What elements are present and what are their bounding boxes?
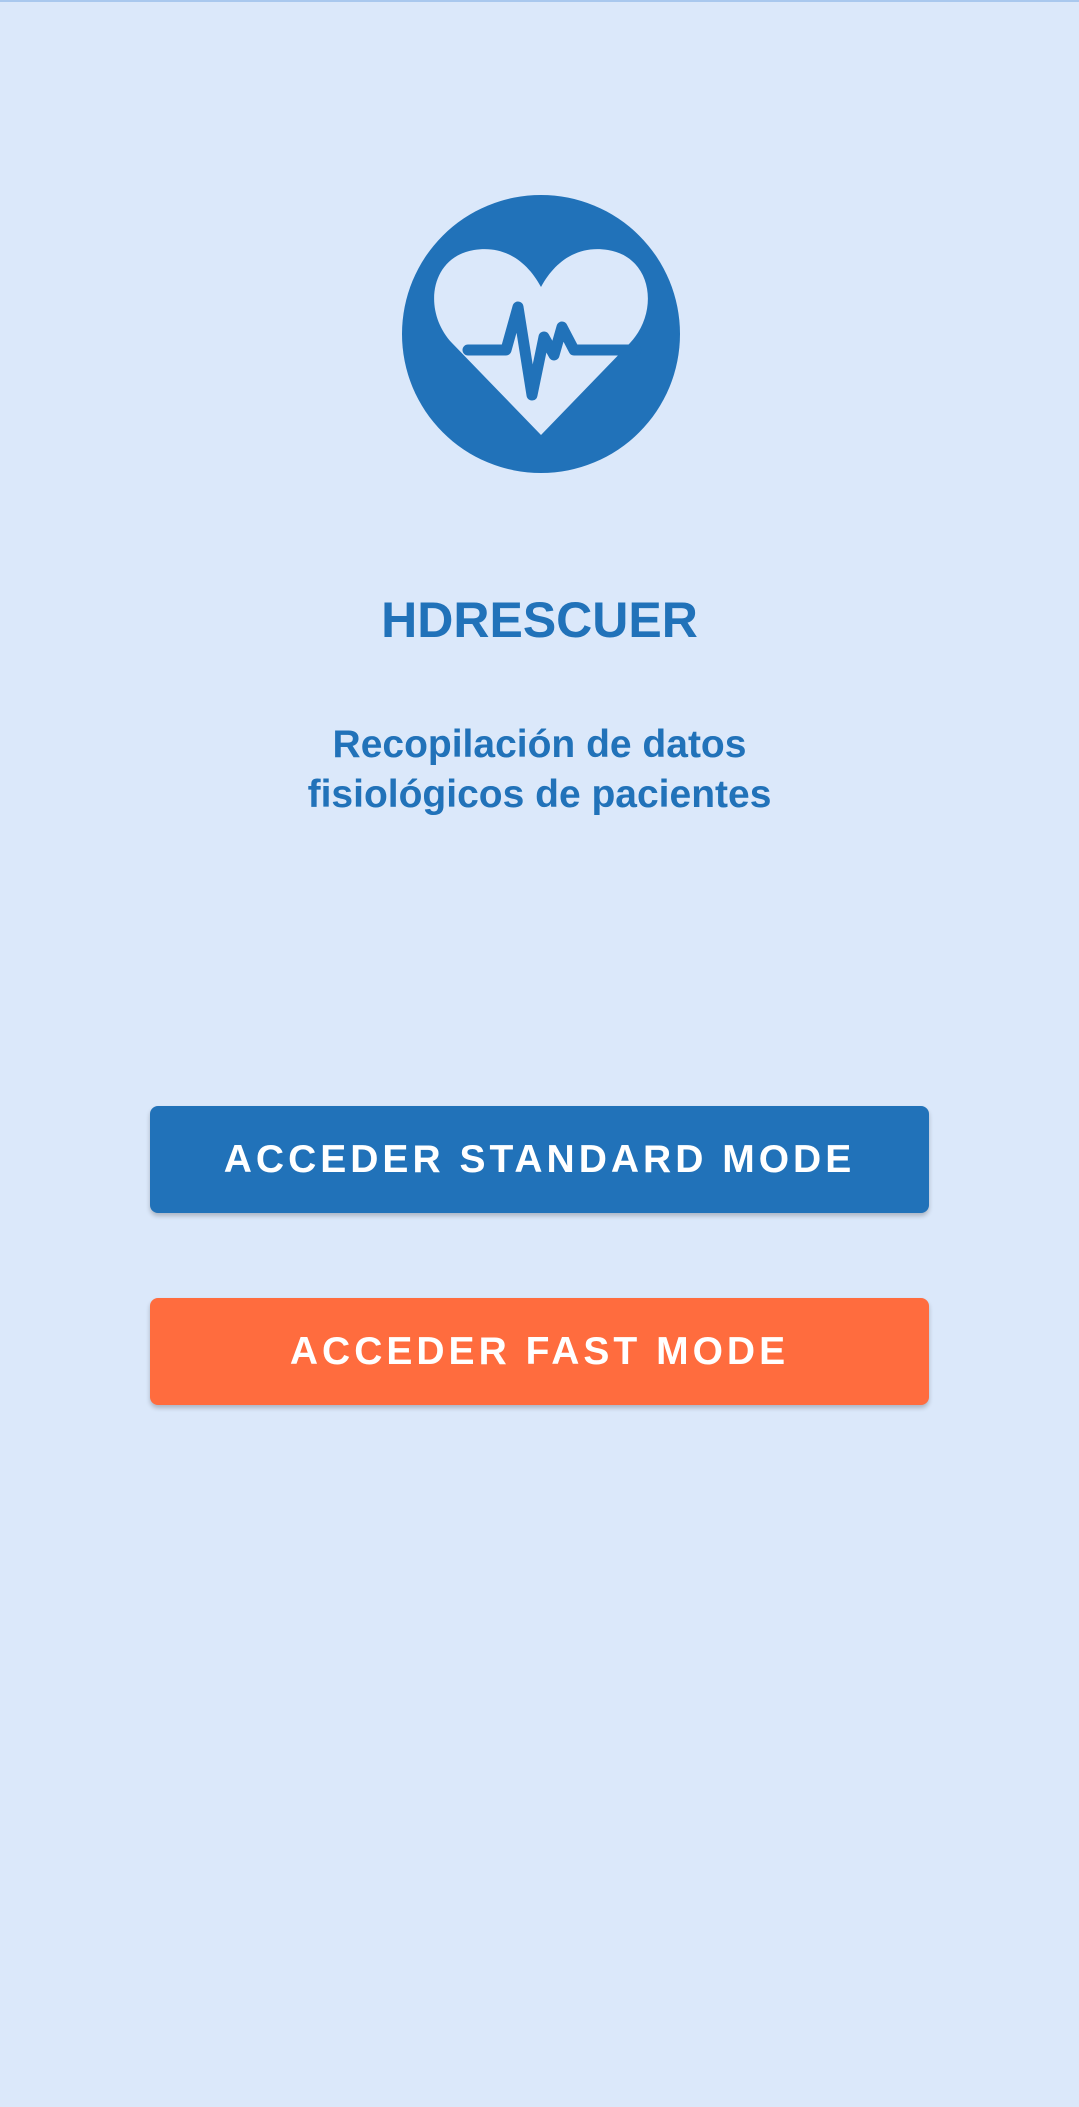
- heart-pulse-icon: [402, 195, 680, 473]
- status-bar-divider: [0, 0, 1079, 2]
- app-subtitle: Recopilación de datos fisiológicos de pa…: [0, 720, 1079, 820]
- subtitle-line-2: fisiológicos de pacientes: [307, 773, 772, 816]
- standard-mode-button[interactable]: ACCEDER STANDARD MODE: [150, 1106, 929, 1213]
- fast-mode-button[interactable]: ACCEDER FAST MODE: [150, 1298, 929, 1405]
- app-title: HDRESCUER: [381, 592, 698, 648]
- fast-mode-label: ACCEDER FAST MODE: [289, 1329, 790, 1373]
- standard-mode-label: ACCEDER STANDARD MODE: [223, 1137, 856, 1181]
- subtitle-line-1: Recopilación de datos: [332, 723, 747, 766]
